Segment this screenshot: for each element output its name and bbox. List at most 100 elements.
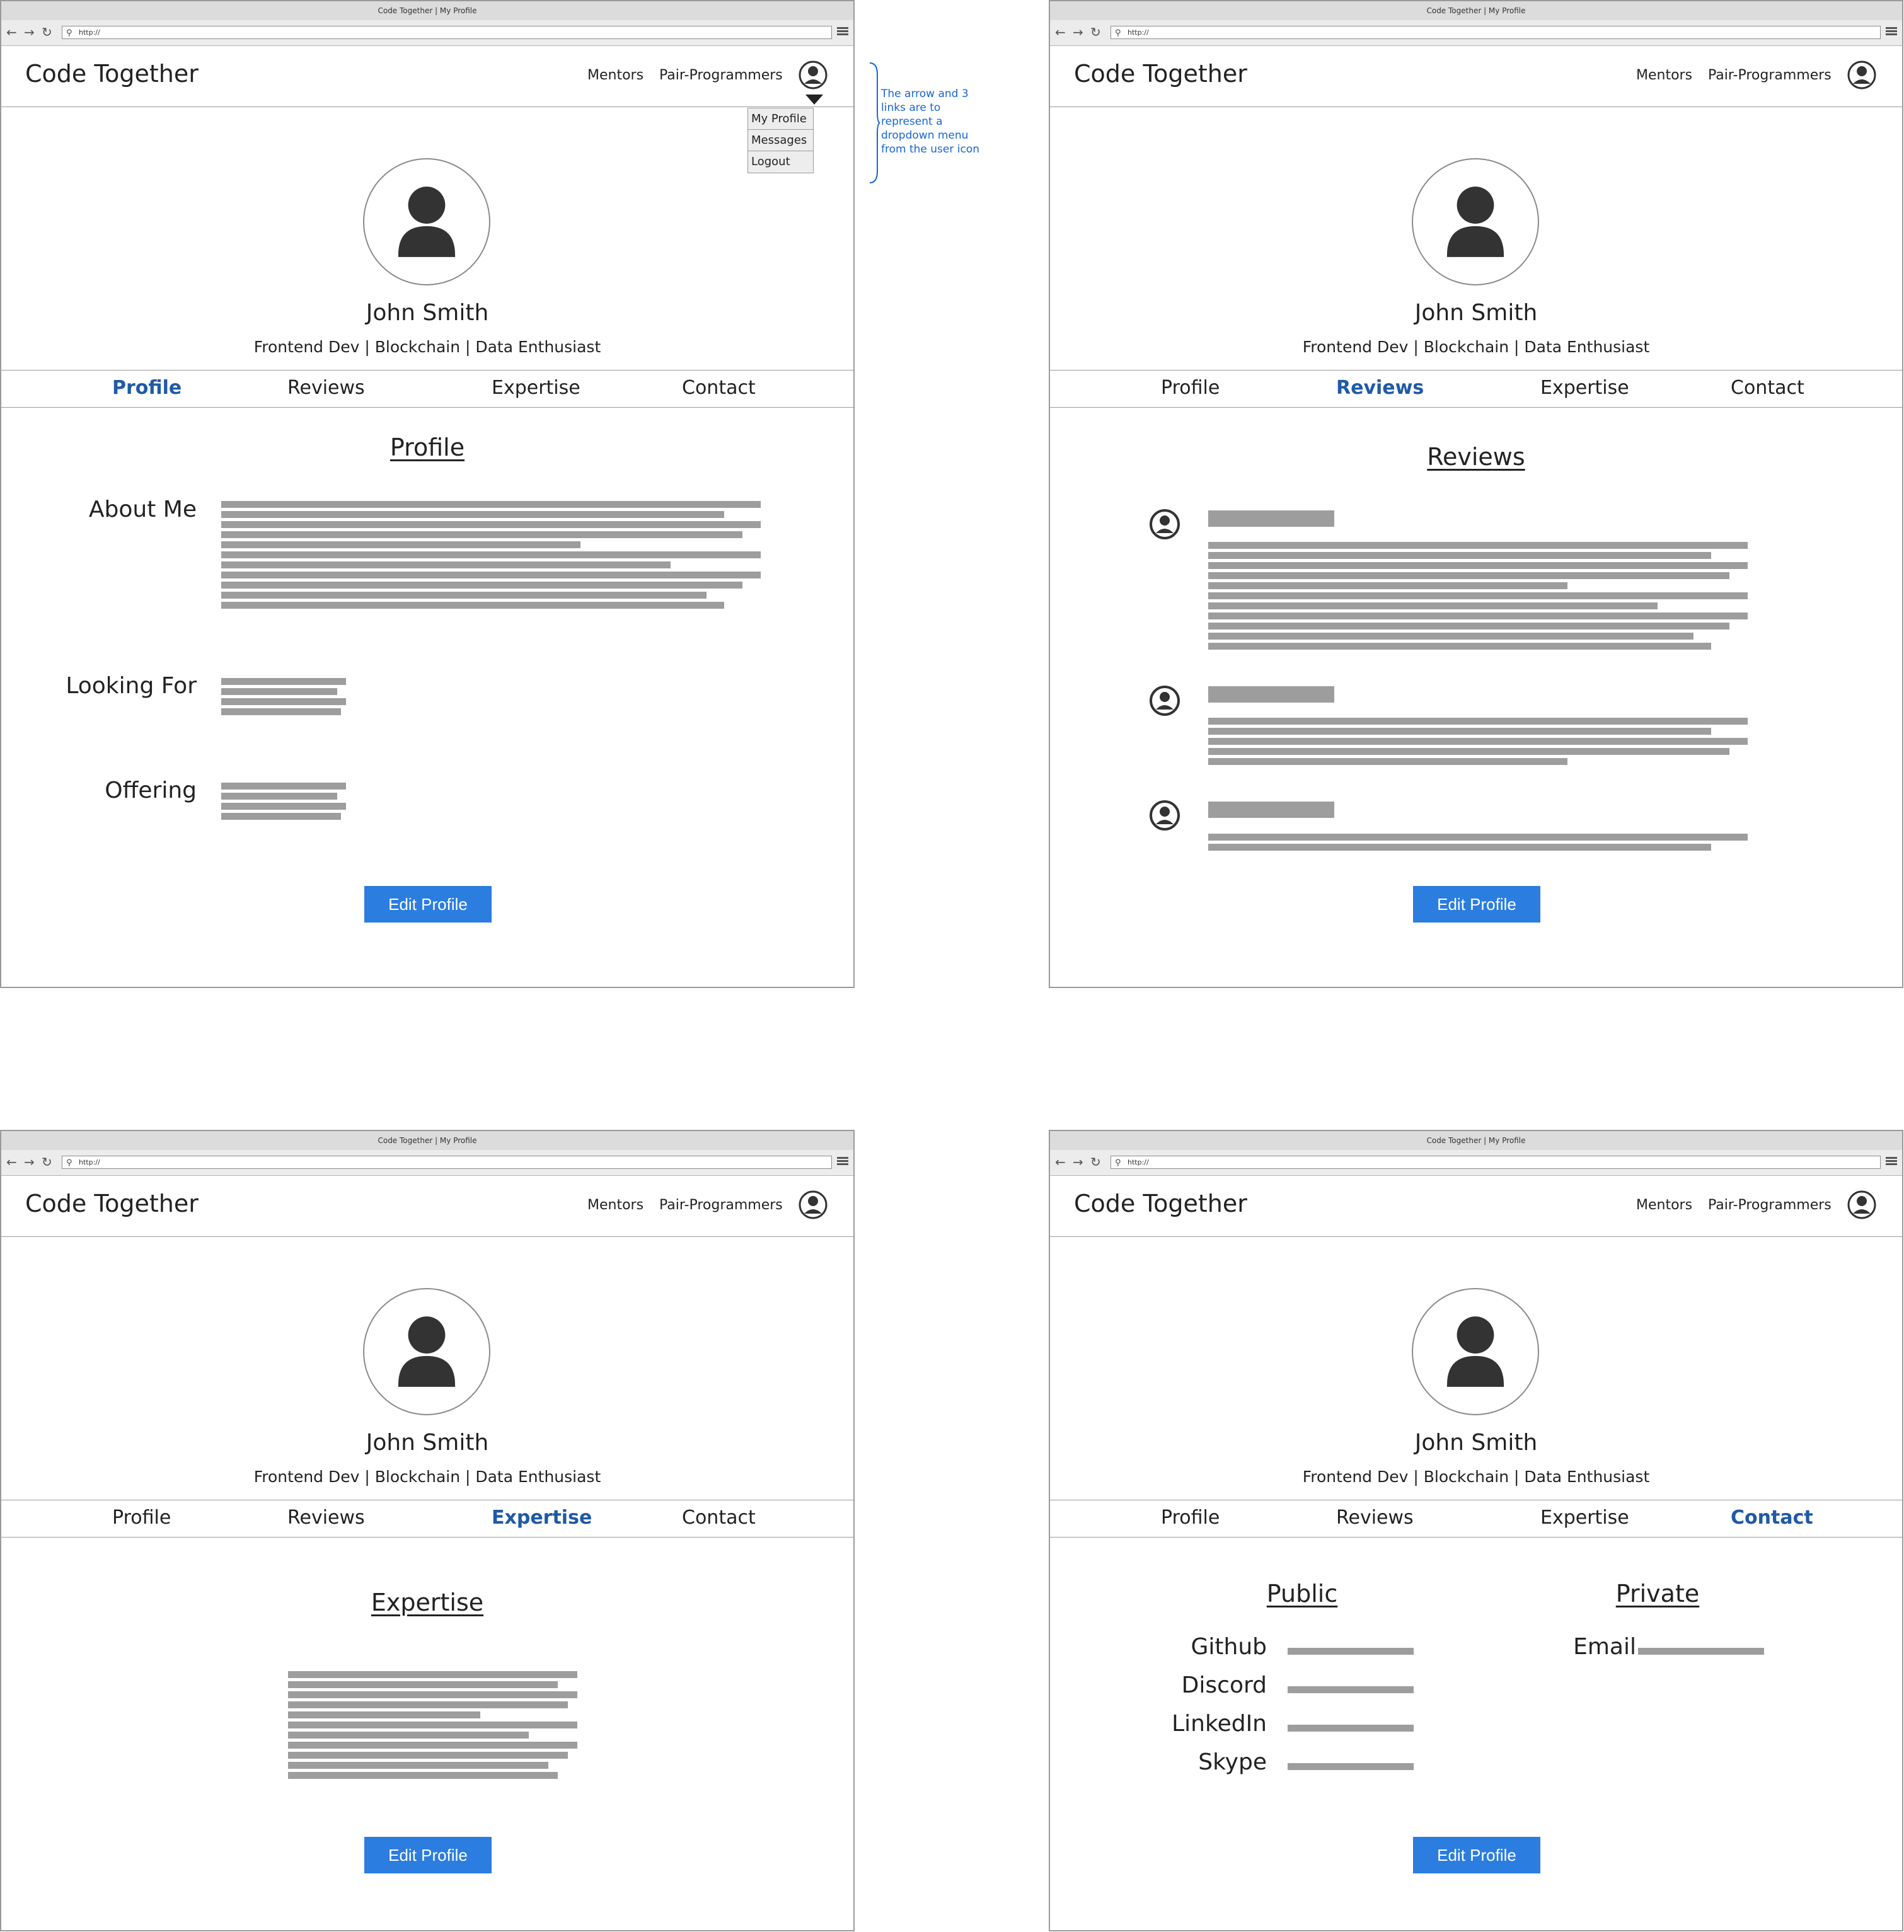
tab-reviews[interactable]: Reviews — [1336, 1507, 1414, 1529]
about-text-line — [221, 531, 742, 538]
edit-profile-button[interactable]: Edit Profile — [364, 1837, 492, 1873]
review-text-line — [1208, 748, 1729, 755]
tab-profile[interactable]: Profile — [112, 1507, 171, 1529]
reload-icon[interactable]: ↻ — [1090, 25, 1101, 39]
nav-pair-programmers[interactable]: Pair-Programmers — [1708, 1197, 1832, 1213]
tab-contact[interactable]: Contact — [1731, 1507, 1813, 1529]
expertise-text-line — [288, 1772, 558, 1779]
user-icon[interactable] — [1847, 1190, 1877, 1220]
about-text-line — [221, 602, 724, 609]
reviewer-user-icon — [1150, 800, 1180, 831]
profile-name: John Smith — [1414, 1430, 1538, 1456]
search-icon: ⚲ — [1115, 28, 1121, 38]
review-text-line — [1208, 592, 1748, 599]
tab-profile[interactable]: Profile — [1161, 377, 1220, 399]
reviewer-user-icon — [1150, 509, 1180, 539]
review-text-line — [1208, 612, 1748, 619]
about-text-line — [221, 541, 580, 548]
reload-icon[interactable]: ↻ — [1090, 1155, 1101, 1169]
about-text-line — [221, 592, 707, 599]
hamburger-menu-icon[interactable] — [1886, 1157, 1897, 1166]
edit-profile-button[interactable]: Edit Profile — [1413, 886, 1540, 923]
nav-mentors[interactable]: Mentors — [587, 1197, 643, 1213]
tab-expertise[interactable]: Expertise — [1540, 377, 1629, 399]
back-arrow-icon[interactable]: ← — [6, 25, 17, 39]
review-text-line — [1208, 844, 1711, 851]
tab-reviews[interactable]: Reviews — [1336, 377, 1424, 399]
user-icon[interactable] — [1847, 60, 1877, 90]
tab-profile[interactable]: Profile — [112, 377, 182, 399]
hamburger-menu-icon[interactable] — [837, 27, 848, 36]
back-arrow-icon[interactable]: ← — [6, 1155, 17, 1169]
address-bar[interactable]: ⚲ http:// — [62, 26, 832, 39]
brand-logo[interactable]: Code Together — [25, 1190, 199, 1217]
tab-profile[interactable]: Profile — [1161, 1507, 1220, 1529]
tab-contact[interactable]: Contact — [1731, 377, 1804, 399]
forward-arrow-icon[interactable]: → — [1073, 1155, 1083, 1169]
nav-pair-programmers[interactable]: Pair-Programmers — [659, 67, 783, 83]
brand-logo[interactable]: Code Together — [25, 60, 199, 88]
reload-icon[interactable]: ↻ — [42, 1155, 52, 1169]
brand-logo[interactable]: Code Together — [1074, 60, 1247, 88]
annotation-brace — [869, 62, 880, 183]
hamburger-menu-icon[interactable] — [837, 1157, 848, 1166]
expertise-text-line — [288, 1752, 568, 1759]
about-text-line — [221, 521, 761, 528]
dropdown-logout[interactable]: Logout — [748, 151, 813, 173]
address-bar[interactable]: ⚲ http:// — [1111, 1156, 1881, 1169]
about-text-line — [221, 501, 761, 508]
tab-expertise[interactable]: Expertise — [492, 1507, 592, 1529]
tab-expertise[interactable]: Expertise — [492, 377, 580, 399]
tab-reviews[interactable]: Reviews — [287, 1507, 365, 1529]
browser-toolbar: ← → ↻ ⚲ http:// — [1, 20, 853, 46]
profile-tagline: Frontend Dev | Blockchain | Data Enthusi… — [253, 1468, 601, 1486]
private-title: Private — [1615, 1580, 1700, 1607]
dropdown-my-profile[interactable]: My Profile — [748, 108, 813, 130]
window-title: Code Together | My Profile — [1050, 1131, 1902, 1151]
address-bar[interactable]: ⚲ http:// — [1111, 26, 1881, 39]
linkedin-value-line — [1288, 1725, 1414, 1732]
nav-pair-programmers[interactable]: Pair-Programmers — [659, 1197, 783, 1213]
tab-reviews[interactable]: Reviews — [287, 377, 365, 399]
hamburger-menu-icon[interactable] — [1886, 27, 1897, 36]
nav-mentors[interactable]: Mentors — [1636, 1197, 1692, 1213]
review-text-line — [1208, 552, 1711, 559]
nav-pair-programmers[interactable]: Pair-Programmers — [1708, 67, 1832, 83]
forward-arrow-icon[interactable]: → — [24, 25, 35, 39]
expertise-text-line — [288, 1762, 548, 1769]
expertise-text-line — [288, 1722, 577, 1728]
section-title: Expertise — [371, 1589, 484, 1616]
search-icon: ⚲ — [1115, 1158, 1121, 1168]
linkedin-label: LinkedIn — [1172, 1711, 1267, 1737]
forward-arrow-icon[interactable]: → — [24, 1155, 35, 1169]
expertise-text-line — [288, 1671, 577, 1678]
tab-contact[interactable]: Contact — [682, 1507, 756, 1529]
discord-value-line — [1288, 1686, 1414, 1693]
brand-logo[interactable]: Code Together — [1074, 1190, 1247, 1217]
user-icon[interactable] — [798, 60, 828, 90]
expertise-text-line — [288, 1681, 558, 1688]
profile-name: John Smith — [1414, 300, 1538, 326]
address-bar[interactable]: ⚲ http:// — [62, 1156, 832, 1169]
review-text-line — [1208, 728, 1711, 735]
offering-line — [221, 793, 337, 800]
tab-contact[interactable]: Contact — [682, 377, 756, 399]
site-header: Code Together Mentors Pair-Programmers — [1, 1176, 853, 1237]
edit-profile-button[interactable]: Edit Profile — [1413, 1837, 1540, 1873]
user-icon[interactable] — [798, 1190, 828, 1220]
dropdown-caret-icon[interactable] — [805, 95, 823, 105]
reload-icon[interactable]: ↻ — [42, 25, 52, 39]
back-arrow-icon[interactable]: ← — [1055, 1155, 1066, 1169]
search-icon: ⚲ — [66, 28, 72, 38]
back-arrow-icon[interactable]: ← — [1055, 25, 1066, 39]
forward-arrow-icon[interactable]: → — [1073, 25, 1083, 39]
nav-mentors[interactable]: Mentors — [587, 67, 643, 83]
address-text: http:// — [1128, 1158, 1149, 1166]
section-title: Reviews — [1427, 443, 1525, 471]
dropdown-messages[interactable]: Messages — [748, 130, 813, 151]
edit-profile-button[interactable]: Edit Profile — [364, 886, 492, 923]
nav-mentors[interactable]: Mentors — [1636, 67, 1692, 83]
browser-window-reviews: Code Together | My Profile ← → ↻ ⚲ http:… — [1049, 0, 1903, 988]
tab-expertise[interactable]: Expertise — [1540, 1507, 1629, 1529]
window-title: Code Together | My Profile — [1050, 1, 1902, 21]
